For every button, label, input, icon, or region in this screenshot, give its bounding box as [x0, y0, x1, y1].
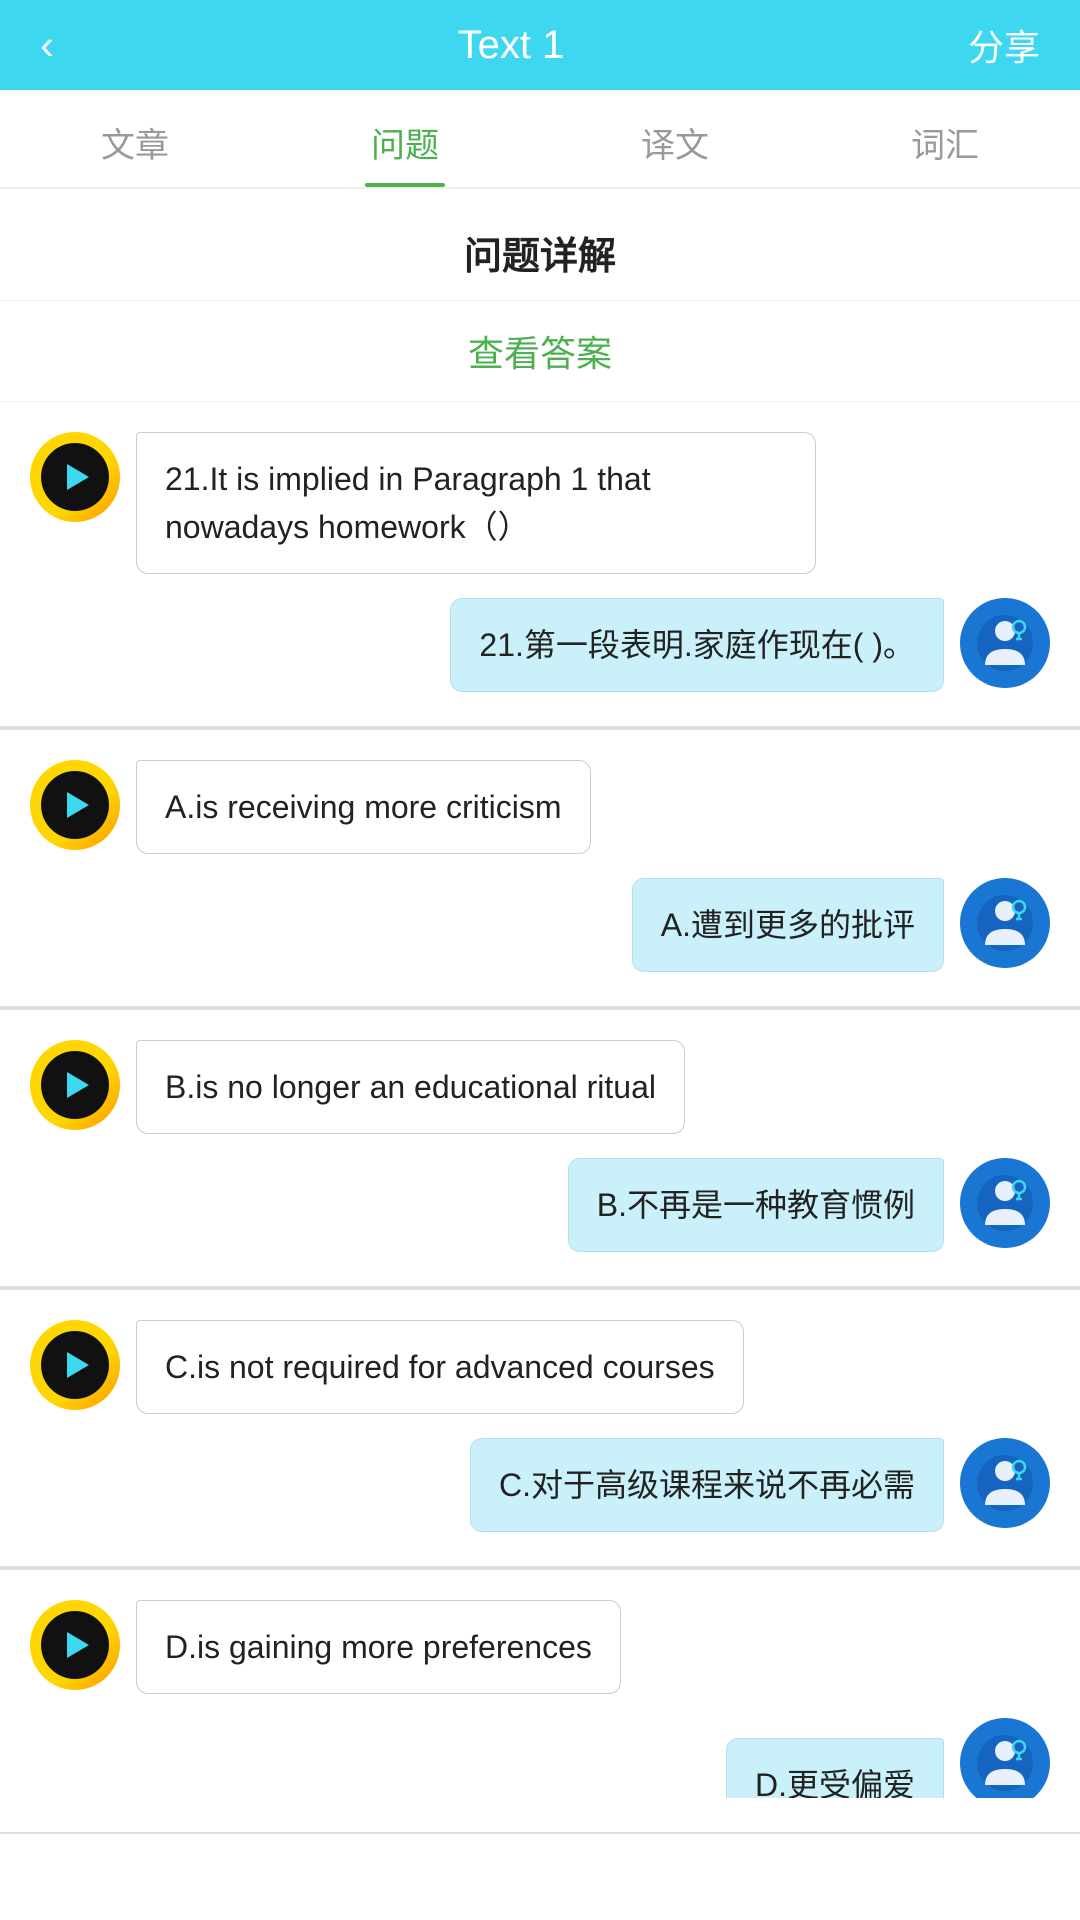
bot-avatar [30, 432, 120, 522]
bubble-optD-zh: D.更受偏爱 [726, 1738, 944, 1798]
chat-row-optD-en: D.is gaining more preferences [30, 1600, 1050, 1694]
bot-avatar-inner [41, 443, 109, 511]
play-icon-b [67, 1072, 89, 1098]
bot-avatar-inner-d [41, 1611, 109, 1679]
chat-row-optA-en: A.is receiving more criticism [30, 760, 1050, 854]
bubble-optC-en: C.is not required for advanced courses [136, 1320, 744, 1414]
bubble-optC-zh: C.对于高级课程来说不再必需 [470, 1438, 944, 1532]
chat-q21-en-section: 21.It is implied in Paragraph 1 that now… [0, 402, 1080, 728]
play-icon-a [67, 792, 89, 818]
chat-optD-en-section: D.is gaining more preferences D.更受偏爱 [0, 1570, 1080, 1834]
user-avatar-d [960, 1718, 1050, 1798]
user-avatar-icon-d [975, 1733, 1035, 1793]
bot-avatar-inner-c [41, 1331, 109, 1399]
bubble-optB-en: B.is no longer an educational ritual [136, 1040, 685, 1134]
tab-vocabulary[interactable]: 词汇 [810, 90, 1080, 187]
bubble-optB-zh: B.不再是一种教育惯例 [568, 1158, 944, 1252]
tab-article[interactable]: 文章 [0, 90, 270, 187]
play-icon [67, 464, 89, 490]
bot-avatar-inner-a [41, 771, 109, 839]
share-button[interactable]: 分享 [968, 19, 1040, 71]
user-avatar-icon [975, 613, 1035, 673]
chat-row-optC-zh: C.对于高级课程来说不再必需 [30, 1438, 1050, 1532]
bubble-optA-zh: A.遭到更多的批评 [632, 878, 944, 972]
view-answer-button[interactable]: 查看答案 [468, 333, 612, 374]
bubble-optD-en: D.is gaining more preferences [136, 1600, 621, 1694]
tab-bar: 文章 问题 译文 词汇 [0, 90, 1080, 189]
user-avatar-icon-c [975, 1453, 1035, 1513]
user-avatar-c [960, 1438, 1050, 1528]
bot-avatar-a [30, 760, 120, 850]
tab-translation[interactable]: 译文 [540, 90, 810, 187]
chat-row-optB-zh: B.不再是一种教育惯例 [30, 1158, 1050, 1252]
back-button[interactable]: ‹ [40, 21, 54, 69]
user-avatar [960, 598, 1050, 688]
chat-row-optD-zh: D.更受偏爱 [30, 1718, 1050, 1798]
bubble-q21-en: 21.It is implied in Paragraph 1 that now… [136, 432, 816, 574]
bot-avatar-b [30, 1040, 120, 1130]
chat-optA-en-section: A.is receiving more criticism A.遭到更多的批评 [0, 730, 1080, 1008]
chat-row-optC-en: C.is not required for advanced courses [30, 1320, 1050, 1414]
user-avatar-b [960, 1158, 1050, 1248]
bot-avatar-c [30, 1320, 120, 1410]
chat-row-q21-en: 21.It is implied in Paragraph 1 that now… [30, 432, 1050, 574]
chat-optC-en-section: C.is not required for advanced courses C… [0, 1290, 1080, 1568]
play-icon-d [67, 1632, 89, 1658]
tab-questions[interactable]: 问题 [270, 90, 540, 187]
chat-row-optB-en: B.is no longer an educational ritual [30, 1040, 1050, 1134]
user-avatar-a [960, 878, 1050, 968]
header-title: Text 1 [458, 23, 565, 68]
page-title-section: 问题详解 [0, 189, 1080, 301]
page-title: 问题详解 [464, 236, 616, 278]
chat-row-q21-zh: 21.第一段表明.家庭作现在( )。 [30, 598, 1050, 692]
view-answer-section: 查看答案 [0, 301, 1080, 402]
user-avatar-icon-b [975, 1173, 1035, 1233]
play-icon-c [67, 1352, 89, 1378]
user-avatar-icon-a [975, 893, 1035, 953]
bot-avatar-inner-b [41, 1051, 109, 1119]
bot-avatar-d [30, 1600, 120, 1690]
bubble-q21-zh: 21.第一段表明.家庭作现在( )。 [450, 598, 944, 692]
chat-row-optA-zh: A.遭到更多的批评 [30, 878, 1050, 972]
chat-optB-en-section: B.is no longer an educational ritual B.不… [0, 1010, 1080, 1288]
bubble-optA-en: A.is receiving more criticism [136, 760, 591, 854]
header: ‹ Text 1 分享 [0, 0, 1080, 90]
